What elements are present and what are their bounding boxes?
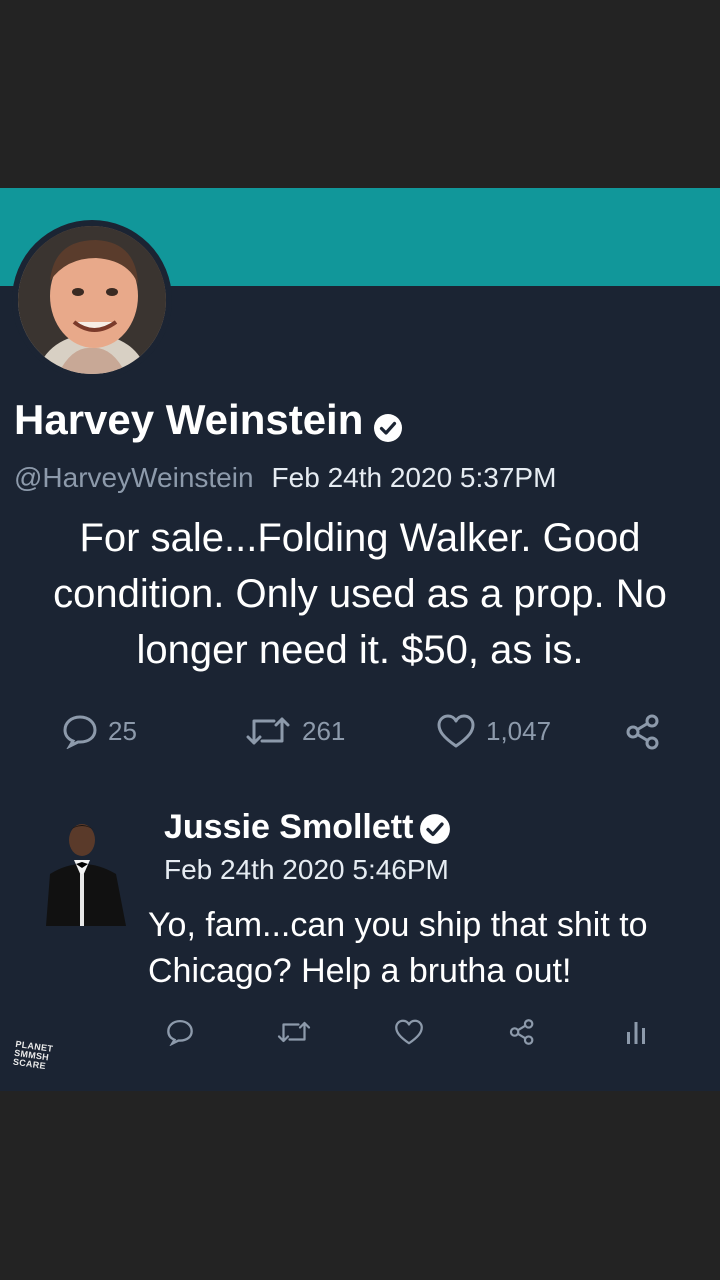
reply-text: Yo, fam...can you ship that shit to Chic…	[148, 906, 648, 990]
like-count: 1,047	[486, 715, 552, 746]
tweet-actions: 25 261 1,047	[0, 713, 720, 753]
reply-actions	[0, 1018, 720, 1058]
reply-author-avatar[interactable]	[40, 816, 130, 926]
share-button[interactable]	[624, 713, 662, 751]
heart-icon	[437, 714, 475, 748]
bar-chart-icon	[627, 1022, 645, 1044]
retweet-arrows-icon	[277, 1021, 311, 1043]
reply-retweet-button[interactable]	[276, 1018, 312, 1046]
speech-bubble-icon	[63, 715, 97, 749]
profile-photo	[18, 226, 166, 374]
heart-icon	[395, 1019, 423, 1045]
reply-tweet: Jussie Smollett Feb 24th 2020 5:46PM Yo,…	[0, 808, 720, 1028]
tweet-timestamp[interactable]: Feb 24th 2020 5:37PM	[272, 462, 557, 493]
tweet-card: Harvey Weinstein @HarveyWeinstein Feb 24t…	[0, 188, 720, 1091]
reply-count: 25	[108, 715, 137, 746]
author-display-name: Harvey Weinstein	[14, 396, 364, 443]
retweet-count: 261	[302, 715, 346, 746]
profile-avatar[interactable]	[12, 220, 172, 380]
reply-button[interactable]: 25	[62, 713, 137, 749]
watermark-logo: PLANET SMMSH SCARE	[12, 1038, 54, 1072]
reply-timestamp[interactable]: Feb 24th 2020 5:46PM	[164, 854, 449, 886]
reply-reply-button[interactable]	[166, 1018, 194, 1046]
reply-like-button[interactable]	[394, 1018, 424, 1046]
share-nodes-icon	[626, 714, 659, 750]
tweet-text: For sale...Folding Walker. Good conditio…	[53, 516, 667, 672]
author-name[interactable]: Harvey Weinstein	[14, 396, 403, 444]
author-handle[interactable]: @HarveyWeinstein	[14, 462, 254, 493]
reply-author-name[interactable]: Jussie Smollett	[164, 808, 451, 847]
analytics-button[interactable]	[624, 1018, 648, 1046]
tweet-meta: @HarveyWeinstein Feb 24th 2020 5:37PM	[14, 462, 556, 494]
like-button[interactable]: 1,047	[436, 713, 551, 749]
retweet-arrows-icon	[246, 717, 290, 745]
share-nodes-icon	[509, 1019, 534, 1045]
reply-share-button[interactable]	[508, 1018, 536, 1046]
reply-author-display-name: Jussie Smollett	[164, 808, 414, 846]
retweet-button[interactable]: 261	[244, 713, 345, 749]
speech-bubble-icon	[167, 1019, 193, 1046]
verified-badge-icon	[419, 813, 451, 844]
verified-badge-icon	[373, 405, 403, 442]
